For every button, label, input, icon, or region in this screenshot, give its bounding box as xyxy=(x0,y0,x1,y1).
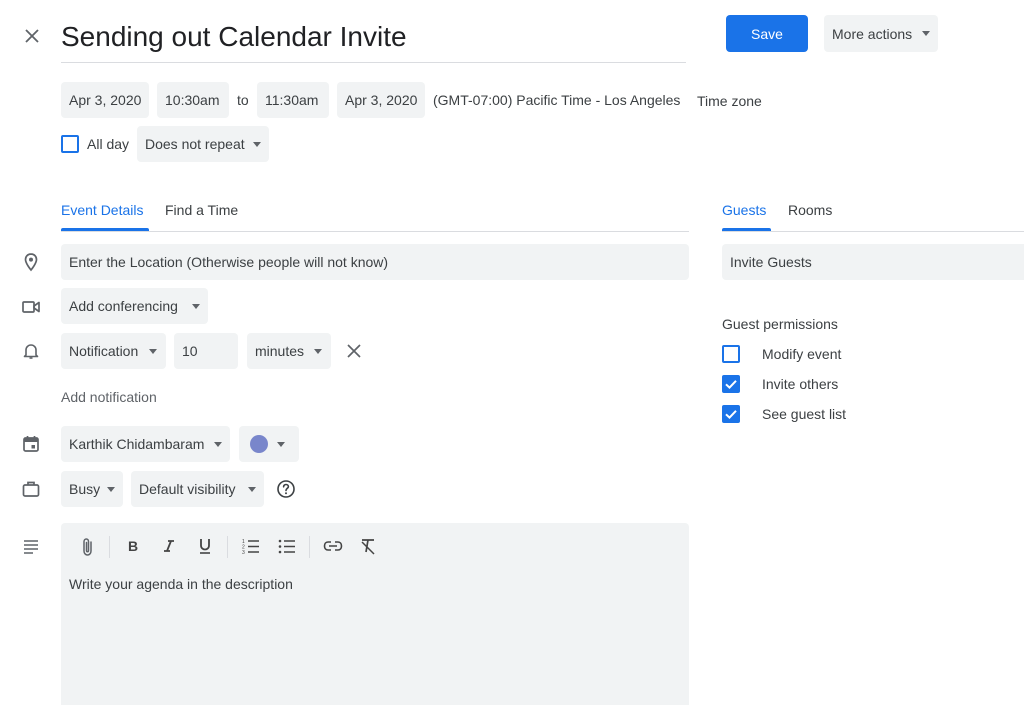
chevron-down-icon xyxy=(253,142,261,147)
underline-icon[interactable] xyxy=(197,537,213,555)
repeat-value: Does not repeat xyxy=(145,136,245,152)
busy-value: Busy xyxy=(69,481,101,497)
timezone-display: (GMT-07:00) Pacific Time - Los Angeles xyxy=(433,92,681,108)
notification-unit-dropdown[interactable]: minutes xyxy=(247,333,331,369)
notification-unit-value: minutes xyxy=(255,343,305,359)
modify-event-checkbox[interactable] xyxy=(722,345,740,363)
italic-icon[interactable] xyxy=(161,538,177,554)
chevron-down-icon xyxy=(922,31,930,36)
location-value: Enter the Location (Otherwise people wil… xyxy=(69,254,389,270)
chevron-down-icon xyxy=(149,349,157,354)
calendar-owner-value: Karthik Chidambaram xyxy=(69,436,205,452)
save-button-label: Save xyxy=(751,25,783,42)
event-color-dropdown[interactable] xyxy=(239,426,299,462)
busy-dropdown[interactable]: Busy xyxy=(61,471,123,507)
tab-guests[interactable]: Guests xyxy=(722,202,766,218)
see-guest-list-checkbox[interactable] xyxy=(722,405,740,423)
bold-icon[interactable]: B xyxy=(125,538,141,554)
location-pin-icon xyxy=(24,253,38,272)
help-icon[interactable] xyxy=(276,479,296,499)
event-color-swatch xyxy=(250,435,268,453)
end-time-value: 11:30am xyxy=(265,92,319,108)
visibility-dropdown[interactable]: Default visibility xyxy=(131,471,264,507)
link-icon[interactable] xyxy=(323,538,343,554)
numbered-list-icon[interactable]: 1 2 3 xyxy=(242,537,260,555)
start-date-field[interactable]: Apr 3, 2020 xyxy=(61,82,149,118)
location-input[interactable]: Enter the Location (Otherwise people wil… xyxy=(61,244,689,280)
briefcase-icon xyxy=(22,481,40,497)
description-icon xyxy=(24,540,38,554)
attachment-icon[interactable] xyxy=(79,537,97,557)
invite-guests-value: Invite Guests xyxy=(730,254,812,270)
checkmark-icon xyxy=(725,380,737,390)
checkmark-icon xyxy=(725,410,737,420)
invite-others-label: Invite others xyxy=(762,376,839,392)
invite-guests-input[interactable]: Invite Guests xyxy=(722,244,1024,280)
chevron-down-icon xyxy=(107,487,115,492)
calendar-owner-dropdown[interactable]: Karthik Chidambaram xyxy=(61,426,230,462)
side-tabs-divider xyxy=(722,231,1024,232)
video-camera-icon xyxy=(22,301,40,313)
description-editor[interactable]: B 1 2 3 Write your agenda in the descrip… xyxy=(61,523,689,705)
svg-text:B: B xyxy=(128,538,138,554)
toolbar-divider xyxy=(309,536,310,558)
tab-rooms[interactable]: Rooms xyxy=(788,202,832,218)
all-day-checkbox[interactable] xyxy=(61,135,79,153)
remove-notification-icon[interactable] xyxy=(345,342,363,360)
toolbar-divider xyxy=(227,536,228,558)
add-conferencing-label: Add conferencing xyxy=(69,298,178,314)
chevron-down-icon xyxy=(248,487,256,492)
chevron-down-icon xyxy=(214,442,222,447)
save-button[interactable]: Save xyxy=(726,15,808,52)
notification-amount-input[interactable]: 10 xyxy=(174,333,238,369)
calendar-icon xyxy=(23,436,39,452)
tabs-divider xyxy=(61,231,689,232)
more-actions-dropdown[interactable]: More actions xyxy=(824,15,938,52)
end-time-field[interactable]: 11:30am xyxy=(257,82,329,118)
more-actions-label: More actions xyxy=(832,25,913,42)
notification-amount-value: 10 xyxy=(182,343,198,359)
visibility-value: Default visibility xyxy=(139,481,236,497)
bulleted-list-icon[interactable] xyxy=(278,537,296,555)
timezone-link[interactable]: Time zone xyxy=(697,93,762,109)
modify-event-label: Modify event xyxy=(762,346,842,362)
chevron-down-icon xyxy=(277,442,285,447)
chevron-down-icon xyxy=(192,304,200,309)
close-icon[interactable] xyxy=(22,26,42,46)
start-time-field[interactable]: 10:30am xyxy=(157,82,229,118)
repeat-dropdown[interactable]: Does not repeat xyxy=(137,126,269,162)
add-notification-link[interactable]: Add notification xyxy=(61,389,157,405)
event-title-input[interactable]: Sending out Calendar Invite xyxy=(61,18,407,56)
start-date-value: Apr 3, 2020 xyxy=(69,92,142,108)
clear-formatting-icon[interactable] xyxy=(359,537,377,555)
start-time-value: 10:30am xyxy=(165,92,220,108)
notification-type-value: Notification xyxy=(69,343,139,359)
end-date-value: Apr 3, 2020 xyxy=(345,92,418,108)
description-text: Write your agenda in the description xyxy=(69,576,293,592)
add-conferencing-dropdown[interactable]: Add conferencing xyxy=(61,288,208,324)
see-guest-list-label: See guest list xyxy=(762,406,847,422)
tab-find-a-time[interactable]: Find a Time xyxy=(165,202,238,218)
all-day-label: All day xyxy=(87,136,130,152)
svg-text:3: 3 xyxy=(242,550,245,555)
guest-permissions-heading: Guest permissions xyxy=(722,316,838,332)
toolbar-divider xyxy=(109,536,110,558)
end-date-field[interactable]: Apr 3, 2020 xyxy=(337,82,425,118)
to-label: to xyxy=(237,92,249,108)
invite-others-checkbox[interactable] xyxy=(722,375,740,393)
tab-event-details[interactable]: Event Details xyxy=(61,202,143,218)
chevron-down-icon xyxy=(314,349,322,354)
bell-icon xyxy=(23,344,39,359)
title-underline xyxy=(61,62,686,63)
notification-type-dropdown[interactable]: Notification xyxy=(61,333,166,369)
